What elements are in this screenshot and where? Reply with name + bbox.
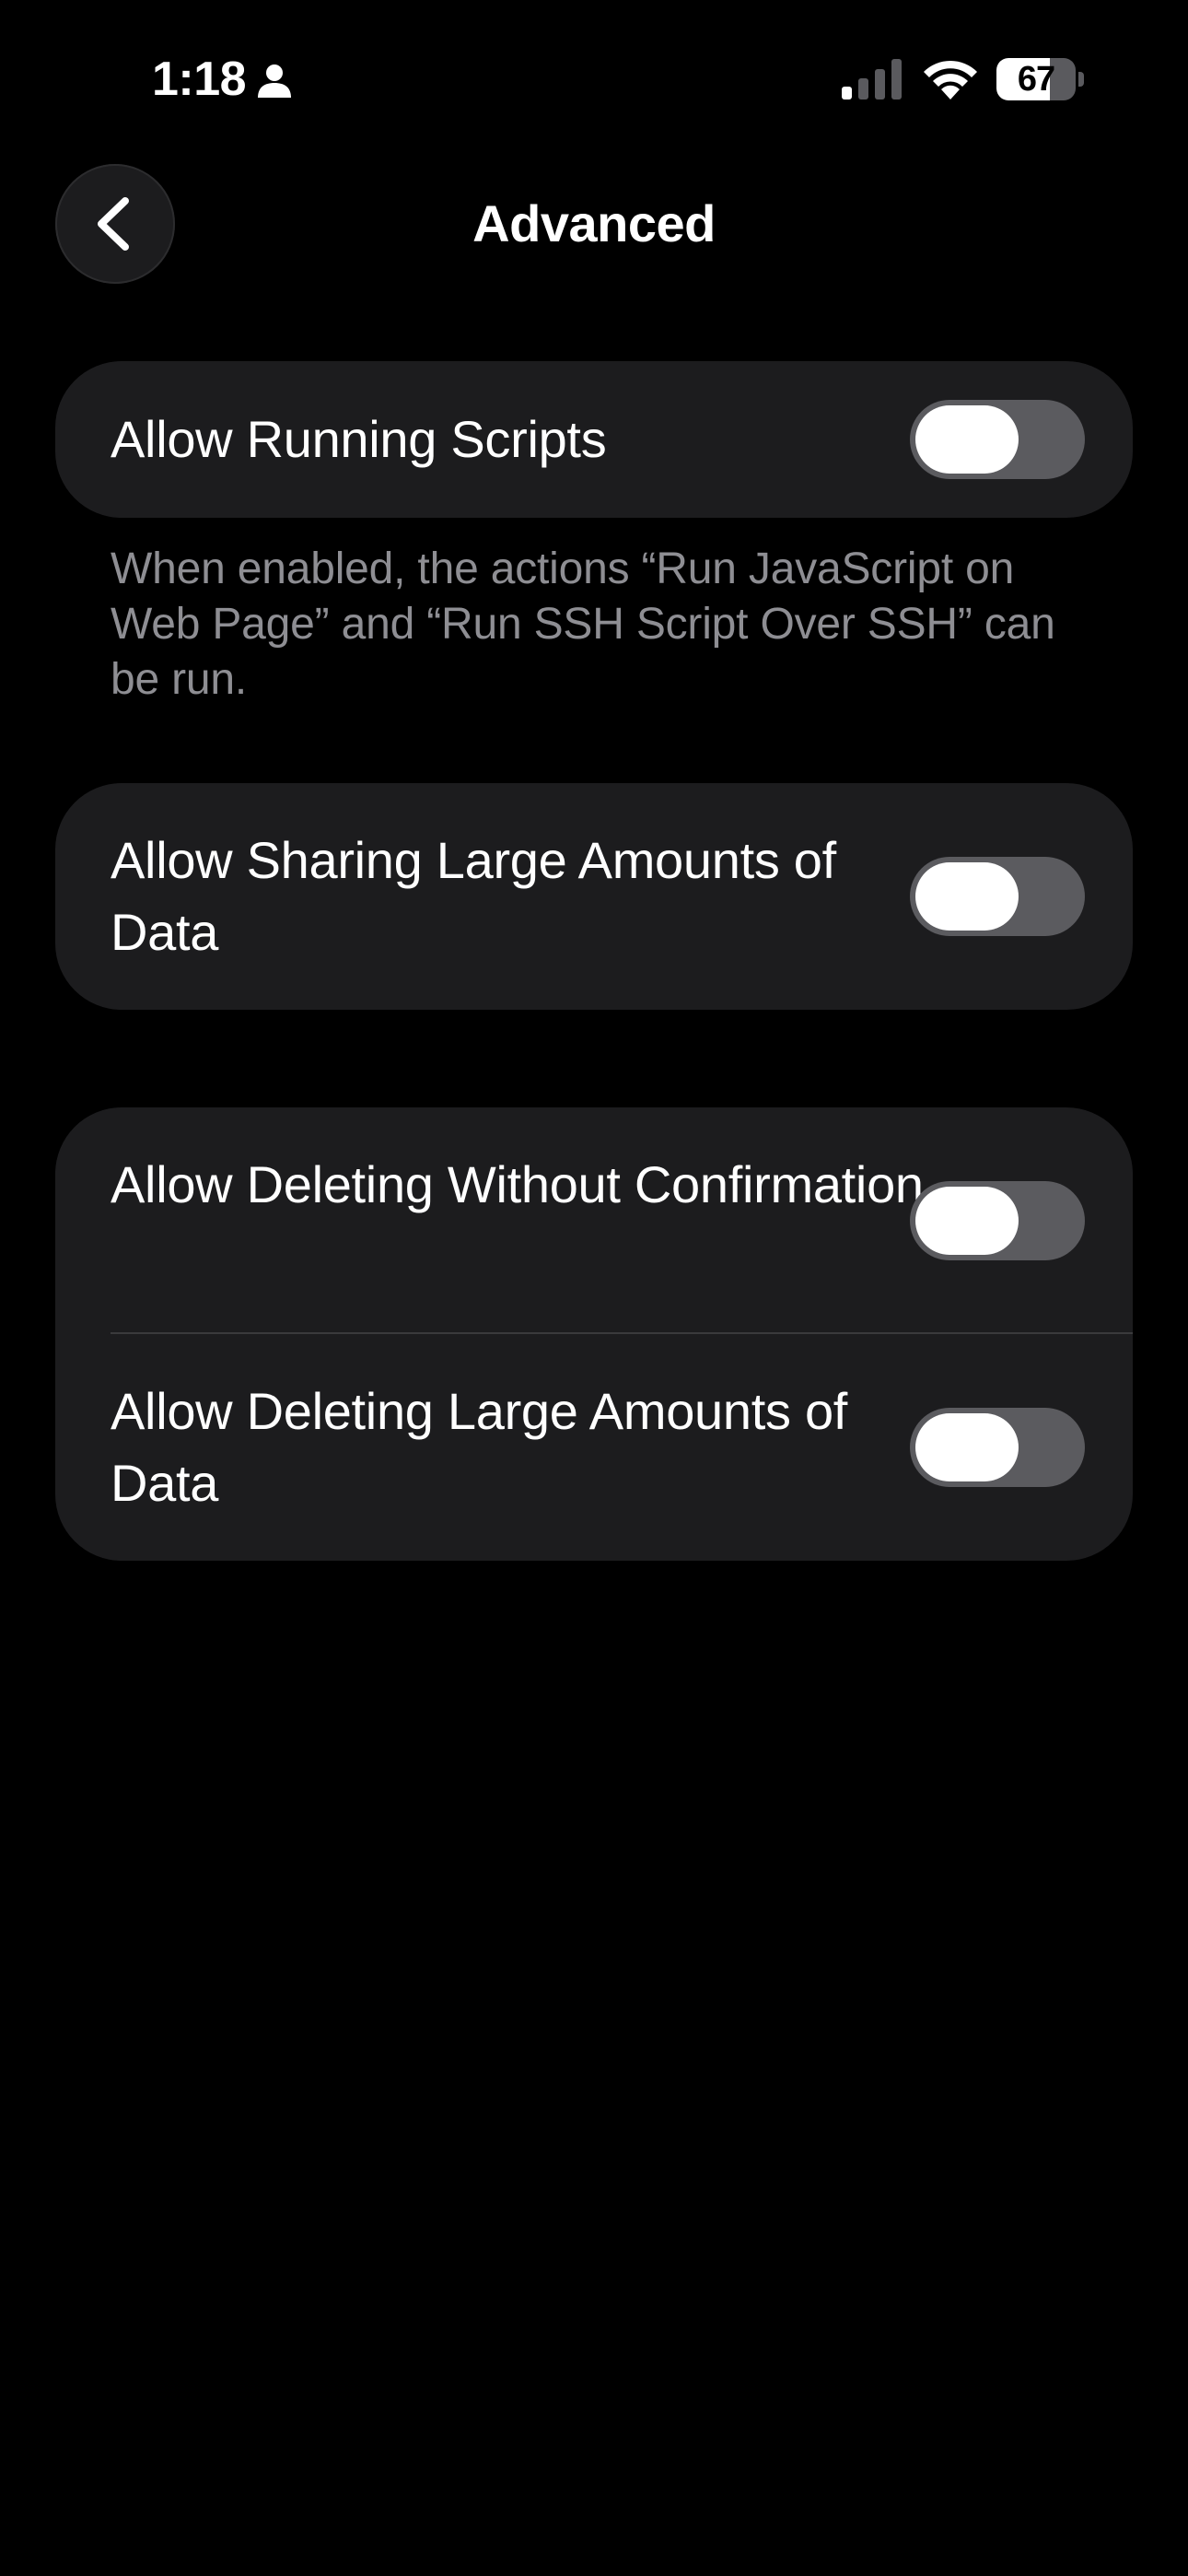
setting-row-allow-running-scripts: Allow Running Scripts <box>55 361 1133 518</box>
toggle-knob <box>915 405 1019 474</box>
status-time: 1:18 <box>152 53 247 106</box>
setting-label: Allow Sharing Large Amounts of Data <box>111 831 836 961</box>
toggle-knob <box>915 1413 1019 1481</box>
setting-row-allow-deleting-without-confirmation: Allow Deleting Without Confirmation <box>55 1107 1133 1334</box>
setting-row-allow-deleting-large-data: Allow Deleting Large Amounts of Data <box>55 1334 1133 1561</box>
status-bar: 1:18 67 <box>0 0 1188 157</box>
settings-group-sharing: Allow Sharing Large Amounts of Data <box>55 783 1133 1010</box>
settings-group-scripts: Allow Running Scripts <box>55 361 1133 518</box>
battery-icon: 67 <box>996 58 1085 100</box>
setting-label: Allow Deleting Large Amounts of Data <box>111 1382 848 1512</box>
wifi-icon <box>924 60 977 100</box>
page-title: Advanced <box>472 194 716 252</box>
setting-row-allow-sharing-large-data: Allow Sharing Large Amounts of Data <box>55 783 1133 1010</box>
person-icon <box>258 64 291 98</box>
allow-deleting-without-confirmation-toggle[interactable] <box>910 1181 1085 1260</box>
allow-deleting-large-data-toggle[interactable] <box>910 1408 1085 1487</box>
allow-running-scripts-toggle[interactable] <box>910 400 1085 479</box>
group-footer-text: When enabled, the actions “Run JavaScrip… <box>111 544 1055 704</box>
toggle-knob <box>915 1187 1019 1255</box>
cellular-signal-icon <box>842 59 902 100</box>
allow-sharing-large-data-toggle[interactable] <box>910 857 1085 936</box>
battery-tip <box>1078 72 1084 87</box>
battery-body: 67 <box>996 58 1076 100</box>
battery-percent: 67 <box>1017 60 1055 99</box>
setting-label: Allow Deleting Without Confirmation <box>111 1155 924 1213</box>
settings-group-deleting: Allow Deleting Without Confirmation Allo… <box>55 1107 1133 1561</box>
setting-label: Allow Running Scripts <box>111 410 607 468</box>
toggle-knob <box>915 862 1019 931</box>
